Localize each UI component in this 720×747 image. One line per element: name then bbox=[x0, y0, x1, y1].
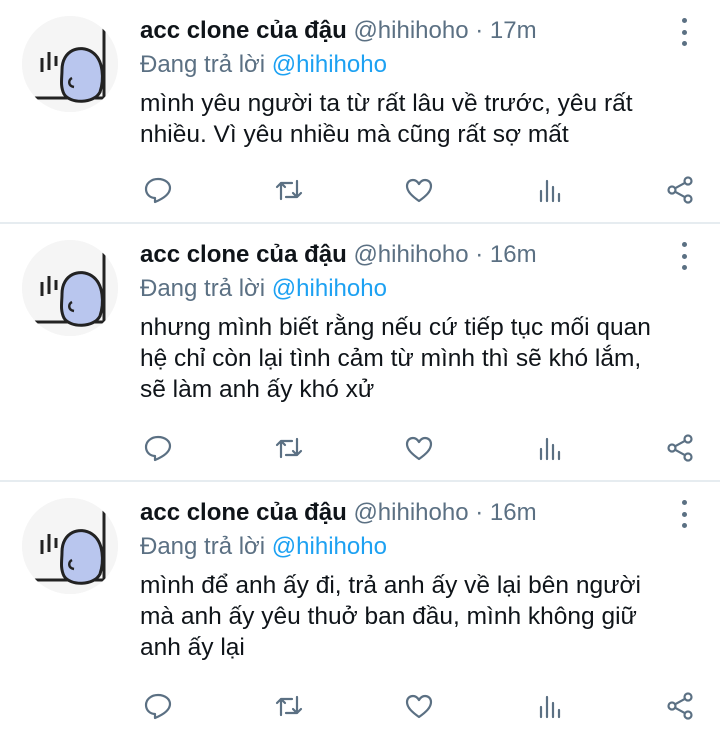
share-icon bbox=[667, 176, 693, 204]
retweet-button[interactable] bbox=[269, 688, 309, 724]
retweet-button[interactable] bbox=[269, 172, 309, 208]
replying-to: Đang trả lời @hihihoho bbox=[140, 272, 700, 306]
separator-dot: · bbox=[475, 241, 484, 268]
heart-icon bbox=[405, 694, 433, 719]
avatar[interactable] bbox=[22, 16, 118, 112]
tweet-text-line: mình để anh ấy đi, trả anh ấy về lại bên… bbox=[140, 572, 641, 599]
avatar[interactable] bbox=[22, 240, 118, 336]
more-vertical-icon[interactable] bbox=[678, 18, 690, 46]
tweet[interactable]: acc clone của đậu @hihihoho · 16m Đang t… bbox=[0, 482, 720, 747]
share-icon bbox=[667, 434, 693, 462]
share-icon bbox=[667, 692, 693, 720]
tweet-header: acc clone của đậu @hihihoho · 17m bbox=[140, 14, 700, 48]
timestamp[interactable]: 17m bbox=[490, 17, 537, 44]
display-name[interactable]: acc clone của đậu bbox=[140, 17, 347, 44]
analytics-button[interactable] bbox=[530, 688, 570, 724]
replying-to: Đang trả lời @hihihoho bbox=[140, 48, 700, 82]
retweet-button[interactable] bbox=[269, 430, 309, 466]
heart-icon bbox=[405, 178, 433, 203]
heart-icon bbox=[405, 436, 433, 461]
display-name[interactable]: acc clone của đậu bbox=[140, 241, 347, 268]
tweet-content: acc clone của đậu @hihihoho · 17m Đang t… bbox=[140, 14, 700, 150]
tweet-header: acc clone của đậu @hihihoho · 16m bbox=[140, 496, 700, 530]
avatar-drawing-icon bbox=[22, 240, 118, 336]
replying-to-label: Đang trả lời bbox=[140, 51, 266, 78]
mention-link[interactable]: @hihihoho bbox=[272, 275, 387, 302]
tweet-text-line: mà anh ấy yêu thuở ban đầu, mình không g… bbox=[140, 603, 637, 630]
separator-dot: · bbox=[475, 17, 484, 44]
tweet[interactable]: acc clone của đậu @hihihoho · 17m Đang t… bbox=[0, 0, 720, 224]
tweet-text-line: hệ chỉ còn lại tình cảm từ mình thì sẽ k… bbox=[140, 345, 642, 372]
tweet-text: mình để anh ấy đi, trả anh ấy về lại bên… bbox=[140, 570, 700, 663]
separator-dot: · bbox=[475, 499, 484, 526]
share-button[interactable] bbox=[660, 430, 700, 466]
avatar[interactable] bbox=[22, 498, 118, 594]
avatar-drawing-icon bbox=[22, 498, 118, 594]
tweet-actions bbox=[138, 688, 700, 724]
reply-button[interactable] bbox=[138, 688, 178, 724]
like-button[interactable] bbox=[399, 430, 439, 466]
like-button[interactable] bbox=[399, 172, 439, 208]
tweet-actions bbox=[138, 172, 700, 208]
replying-to-label: Đang trả lời bbox=[140, 275, 266, 302]
analytics-button[interactable] bbox=[530, 430, 570, 466]
tweet-text: mình yêu người ta từ rất lâu về trước, y… bbox=[140, 88, 700, 150]
mention-link[interactable]: @hihihoho bbox=[272, 51, 387, 78]
more-vertical-icon[interactable] bbox=[678, 500, 690, 528]
user-handle[interactable]: @hihihoho bbox=[353, 499, 468, 526]
tweet-header: acc clone của đậu @hihihoho · 16m bbox=[140, 238, 700, 272]
mention-link[interactable]: @hihihoho bbox=[272, 533, 387, 560]
like-button[interactable] bbox=[399, 688, 439, 724]
tweet-actions bbox=[138, 430, 700, 466]
user-handle[interactable]: @hihihoho bbox=[353, 17, 468, 44]
reply-button[interactable] bbox=[138, 430, 178, 466]
tweet-text-line: nhưng mình biết rằng nếu cứ tiếp tục mối… bbox=[140, 314, 651, 341]
timestamp[interactable]: 16m bbox=[490, 499, 537, 526]
reply-button[interactable] bbox=[138, 172, 178, 208]
share-button[interactable] bbox=[660, 688, 700, 724]
reply-icon bbox=[144, 435, 172, 462]
avatar-drawing-icon bbox=[22, 16, 118, 112]
analytics-icon bbox=[539, 695, 560, 719]
share-button[interactable] bbox=[660, 172, 700, 208]
analytics-button[interactable] bbox=[530, 172, 570, 208]
timestamp[interactable]: 16m bbox=[490, 241, 537, 268]
analytics-icon bbox=[539, 179, 560, 203]
tweet-text-line: anh ấy lại bbox=[140, 634, 245, 661]
analytics-icon bbox=[539, 437, 560, 461]
tweet-text-line: sẽ làm anh ấy khó xử bbox=[140, 376, 375, 403]
tweet-text-line: nhiều. Vì yêu nhiều mà cũng rất sợ mất bbox=[140, 121, 569, 148]
more-vertical-icon[interactable] bbox=[678, 242, 690, 270]
replying-to: Đang trả lời @hihihoho bbox=[140, 530, 700, 564]
retweet-icon bbox=[275, 695, 302, 717]
retweet-icon bbox=[275, 179, 302, 201]
reply-icon bbox=[144, 177, 172, 204]
reply-icon bbox=[144, 693, 172, 720]
tweet-feed: acc clone của đậu @hihihoho · 17m Đang t… bbox=[0, 0, 720, 747]
tweet[interactable]: acc clone của đậu @hihihoho · 16m Đang t… bbox=[0, 224, 720, 482]
tweet-text: nhưng mình biết rằng nếu cứ tiếp tục mối… bbox=[140, 312, 700, 405]
tweet-content: acc clone của đậu @hihihoho · 16m Đang t… bbox=[140, 496, 700, 663]
display-name[interactable]: acc clone của đậu bbox=[140, 499, 347, 526]
tweet-text-line: mình yêu người ta từ rất lâu về trước, y… bbox=[140, 90, 633, 117]
replying-to-label: Đang trả lời bbox=[140, 533, 266, 560]
user-handle[interactable]: @hihihoho bbox=[353, 241, 468, 268]
tweet-content: acc clone của đậu @hihihoho · 16m Đang t… bbox=[140, 238, 700, 405]
retweet-icon bbox=[275, 437, 302, 459]
